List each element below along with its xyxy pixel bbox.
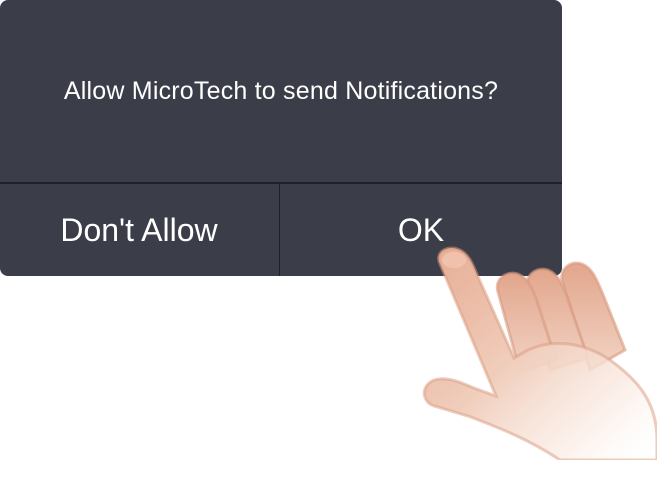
pointing-hand-icon xyxy=(422,246,657,460)
notification-permission-dialog: Allow MicroTech to send Notifications? D… xyxy=(0,0,562,276)
stage: Allow MicroTech to send Notifications? D… xyxy=(0,0,657,487)
dont-allow-button[interactable]: Don't Allow xyxy=(0,184,278,276)
dialog-message: Allow MicroTech to send Notifications? xyxy=(63,77,499,105)
